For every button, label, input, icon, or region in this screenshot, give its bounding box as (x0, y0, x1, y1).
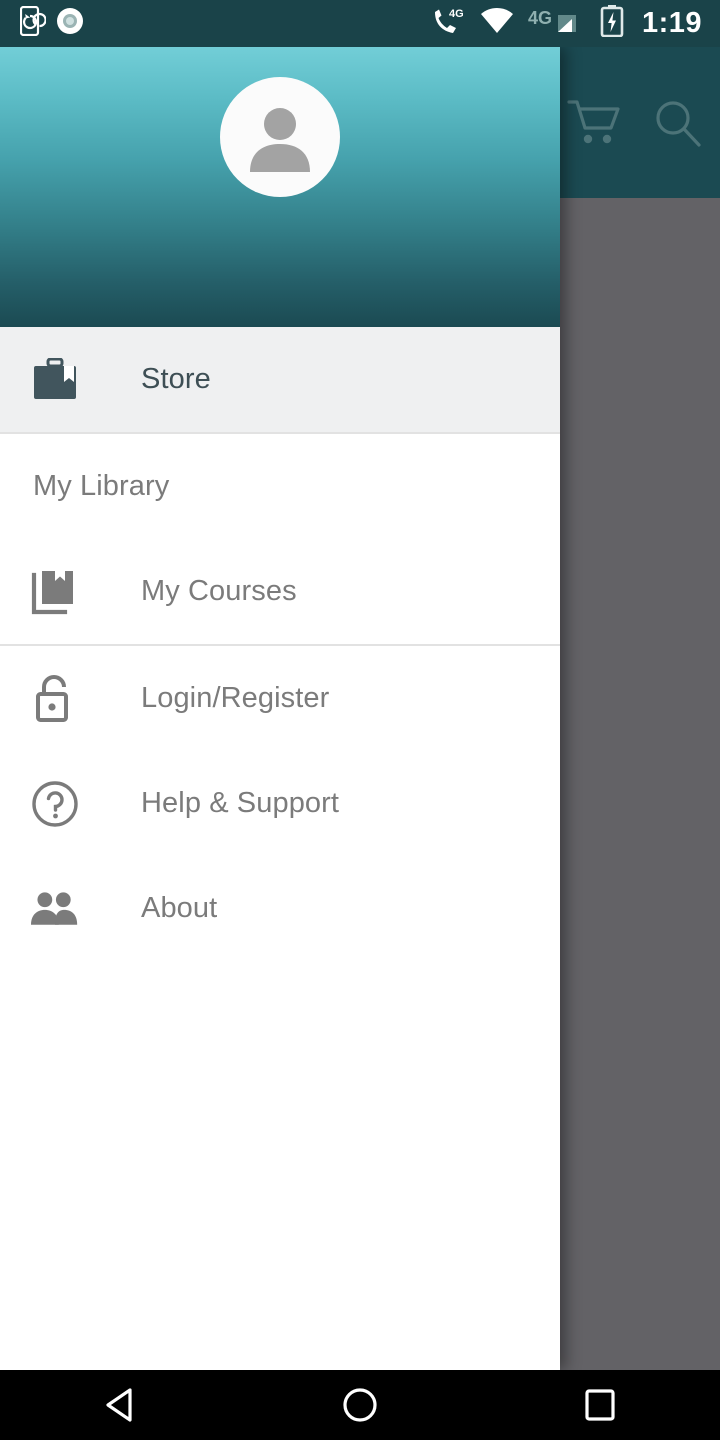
drawer-header (0, 47, 560, 327)
sync-phone-icon (19, 5, 47, 41)
recents-button[interactable] (540, 1370, 660, 1440)
search-icon[interactable] (636, 81, 720, 165)
avatar[interactable] (220, 77, 340, 197)
nav-item-label: Store (141, 363, 211, 395)
svg-text:4G: 4G (449, 8, 464, 20)
section-header-my-library: My Library (33, 470, 170, 502)
home-button[interactable] (300, 1370, 420, 1440)
nav-item-label: Help & Support (141, 787, 340, 819)
drawer-menu-list: Store My Library My Courses Login/Regist… (0, 327, 560, 1370)
unlock-padlock-icon (31, 674, 79, 723)
android-nav-bar (0, 1370, 720, 1440)
nav-item-about[interactable]: About (0, 856, 560, 961)
nav-item-help-support[interactable]: Help & Support (0, 751, 560, 856)
nav-item-label: About (141, 892, 218, 924)
back-button[interactable] (60, 1370, 180, 1440)
wifi-icon (480, 8, 514, 39)
mobile-network-4g-icon: 4G (528, 6, 586, 41)
cart-icon[interactable] (552, 81, 636, 165)
people-group-icon (31, 885, 79, 933)
status-bar-right-icons: 4G 4G 1:19 (432, 5, 702, 42)
nav-item-label: My Courses (141, 575, 297, 607)
navigation-drawer: Store My Library My Courses Login/Regist… (0, 47, 560, 1370)
library-books-icon (31, 568, 79, 616)
status-bar-left-icons (19, 5, 84, 41)
record-dot-icon (56, 7, 84, 40)
phone-screen: 4G 4G 1:19 Store My Library My Courses L… (0, 0, 720, 1440)
help-circle-icon (31, 780, 79, 828)
nav-item-store[interactable]: Store (0, 327, 560, 432)
volte-4g-call-icon: 4G (432, 6, 466, 41)
store-briefcase-icon (31, 356, 79, 404)
nav-item-my-courses[interactable]: My Courses (0, 539, 560, 644)
status-bar: 4G 4G 1:19 (0, 0, 720, 47)
battery-charging-icon (600, 5, 624, 42)
drawer-empty-space (0, 961, 560, 1370)
svg-text:4G: 4G (528, 8, 552, 28)
nav-item-label: Login/Register (141, 682, 330, 714)
nav-item-login-register[interactable]: Login/Register (0, 646, 560, 751)
status-bar-clock: 1:19 (641, 7, 702, 39)
